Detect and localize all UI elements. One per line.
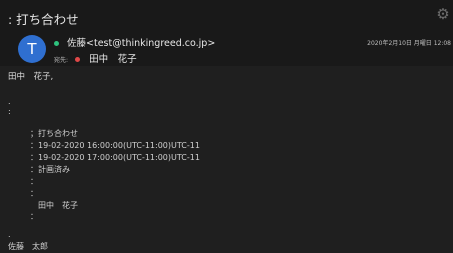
message-subject: : 打ち合わせ	[8, 12, 79, 27]
body-line: 田中 花子,	[8, 72, 54, 82]
body-line: .	[8, 230, 11, 239]
message-body: 田中 花子, . : ；打ち合わせ ：19-02-2020 16:00:00(U…	[0, 66, 453, 253]
body-line: .	[8, 97, 11, 106]
body-line: ：	[30, 177, 38, 186]
sender-status-icon	[54, 41, 59, 46]
recipient-row: 宛先: 田中 花子	[54, 51, 137, 65]
body-line: ：	[30, 189, 38, 198]
to-label: 宛先:	[54, 57, 69, 64]
recipient-name[interactable]: 田中 花子	[89, 54, 137, 65]
body-line: :	[8, 107, 11, 116]
body-line: ：	[30, 212, 38, 221]
sender-row[interactable]: 佐藤<test@thinkingreed.co.jp>	[54, 35, 215, 49]
recipient-status-icon	[75, 57, 81, 62]
body-line: 佐藤 太郎	[8, 242, 48, 251]
message-date: 2020年2月10日 月曜日 12:08	[367, 40, 451, 47]
avatar-letter: T	[27, 40, 37, 58]
body-line: 田中 花子	[38, 201, 78, 210]
body-line: ：19-02-2020 17:00:00(UTC-11:00)UTC-11	[30, 153, 200, 162]
avatar[interactable]: T	[18, 35, 46, 63]
body-line: ；打ち合わせ	[30, 129, 78, 138]
sender-name[interactable]: 佐藤<test@thinkingreed.co.jp>	[67, 38, 215, 49]
body-line: ：計画済み	[30, 165, 70, 174]
gear-icon[interactable]: ⚙	[435, 6, 451, 22]
body-line: ：19-02-2020 16:00:00(UTC-11:00)UTC-11	[30, 141, 200, 150]
message-header: : 打ち合わせ ⚙ T 佐藤<test@thinkingreed.co.jp> …	[0, 0, 453, 66]
